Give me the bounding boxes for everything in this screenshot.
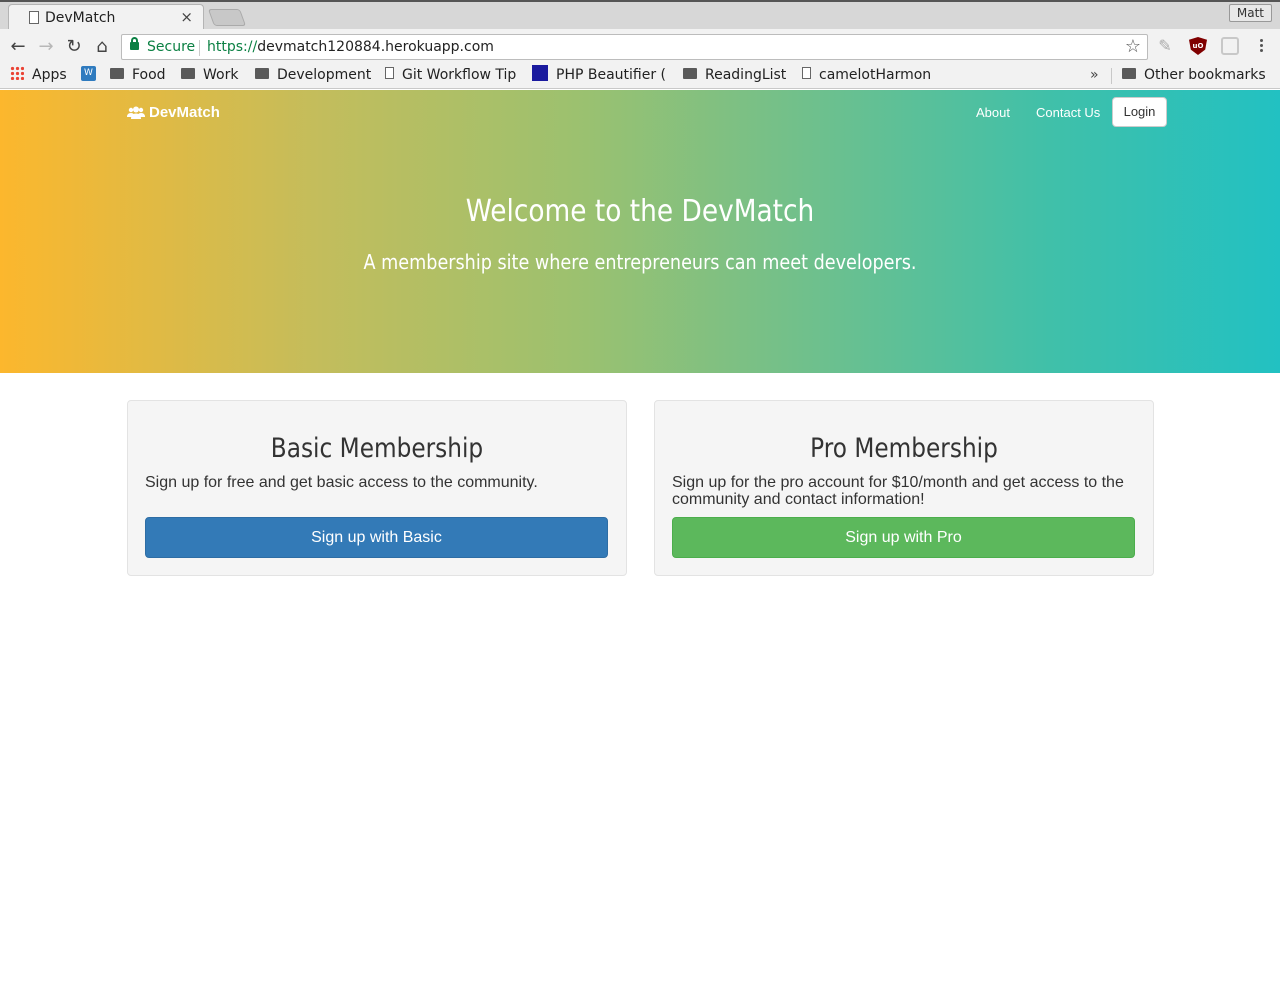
folder-icon [181,67,195,79]
bookmark-label: camelotHarmon [819,67,932,83]
page-content: DevMatch About Contact Us Login Welcome … [0,90,1280,1000]
folder-icon [683,67,697,79]
browser-toolbar: ← → ↻ ⌂ Secure https://devmatch120884.he… [0,29,1280,65]
bookmark-wordpress[interactable]: W [81,65,96,87]
folder-icon [110,67,124,79]
bookmark-label: Other bookmarks [1144,67,1266,83]
nav-about[interactable]: About [976,105,1010,120]
bookmark-star-icon[interactable]: ☆ [1125,36,1141,57]
bookmark-label: Food [132,67,166,83]
new-tab-button[interactable] [207,9,247,26]
page-icon [29,11,39,24]
page-icon [385,67,394,79]
php-icon [532,65,548,81]
bookmark-folder-work[interactable]: Work [181,65,238,87]
close-tab-icon[interactable]: × [180,8,193,26]
login-button[interactable]: Login [1112,97,1167,127]
reload-icon[interactable]: ↻ [63,36,85,58]
url-text: https://devmatch120884.herokuapp.com [207,39,494,55]
bookmark-label: Apps [32,67,67,83]
nav-contact[interactable]: Contact Us [1036,105,1100,120]
home-icon[interactable]: ⌂ [91,36,113,58]
apps-grid-icon [10,66,24,80]
pro-membership-description: Sign up for the pro account for $10/mont… [672,474,1124,508]
bookmark-camelot[interactable]: camelotHarmon [802,65,931,87]
browser-tabstrip: DevMatch × Matt [0,0,1280,31]
tab-title: DevMatch [45,10,116,26]
brand-link[interactable]: DevMatch [127,104,220,121]
hero-subtitle: A membership site where entrepreneurs ca… [363,250,917,274]
bookmarks-overflow-icon[interactable]: » [1090,65,1099,85]
bookmark-label: Git Workflow Tip [402,67,517,83]
bookmarks-bar: Apps W Food Work Development Git Workflo… [0,65,1280,89]
signup-pro-button[interactable]: Sign up with Pro [672,517,1135,558]
bookmark-apps[interactable]: Apps [10,65,67,87]
basic-membership-card: Basic Membership Sign up for free and ge… [127,400,627,576]
basic-membership-title: Basic Membership [270,433,484,464]
users-icon [127,106,145,119]
secure-label: Secure [147,39,196,55]
folder-icon [255,67,269,79]
bookmark-git-workflow[interactable]: Git Workflow Tip [385,65,516,87]
url-scheme: https:// [207,39,258,55]
folder-icon [1122,67,1136,79]
pro-membership-title: Pro Membership [810,433,998,464]
wordpress-icon: W [81,65,96,81]
bookmark-folder-readinglist[interactable]: ReadingList [683,65,786,87]
lock-icon [130,37,139,50]
omnibox-divider [199,40,200,56]
hero-title: Welcome to the DevMatch [465,194,815,229]
bookmark-folder-other[interactable]: Other bookmarks [1122,65,1266,87]
bookmark-label: ReadingList [705,67,787,83]
bookmark-php-beautifier[interactable]: PHP Beautifier ( [532,65,666,87]
bookmark-folder-food[interactable]: Food [110,65,166,87]
brand-name: DevMatch [149,104,220,121]
browser-tab-active[interactable]: DevMatch × [8,4,204,31]
bookmark-label: Work [203,67,239,83]
bookmark-folder-development[interactable]: Development [255,65,371,87]
signup-basic-button[interactable]: Sign up with Basic [145,517,608,558]
hero-banner: DevMatch About Contact Us Login Welcome … [0,90,1280,373]
url-host: devmatch120884.herokuapp.com [257,39,494,55]
browser-menu-icon[interactable] [1256,37,1266,57]
bookmark-label: Development [277,67,372,83]
page-icon [802,67,811,79]
forward-icon[interactable]: → [35,36,57,58]
ublock-extension-icon[interactable]: uO [1189,37,1207,55]
bookmark-label: PHP Beautifier ( [556,67,667,83]
bookmarks-divider [1111,68,1112,84]
extension-icon[interactable] [1221,37,1239,55]
back-icon[interactable]: ← [7,36,29,58]
address-bar[interactable]: Secure https://devmatch120884.herokuapp.… [121,34,1148,60]
profile-button[interactable]: Matt [1228,4,1272,22]
basic-membership-description: Sign up for free and get basic access to… [145,474,538,491]
pencil-extension-icon[interactable]: ✎ [1156,37,1174,55]
pro-membership-card: Pro Membership Sign up for the pro accou… [654,400,1154,576]
